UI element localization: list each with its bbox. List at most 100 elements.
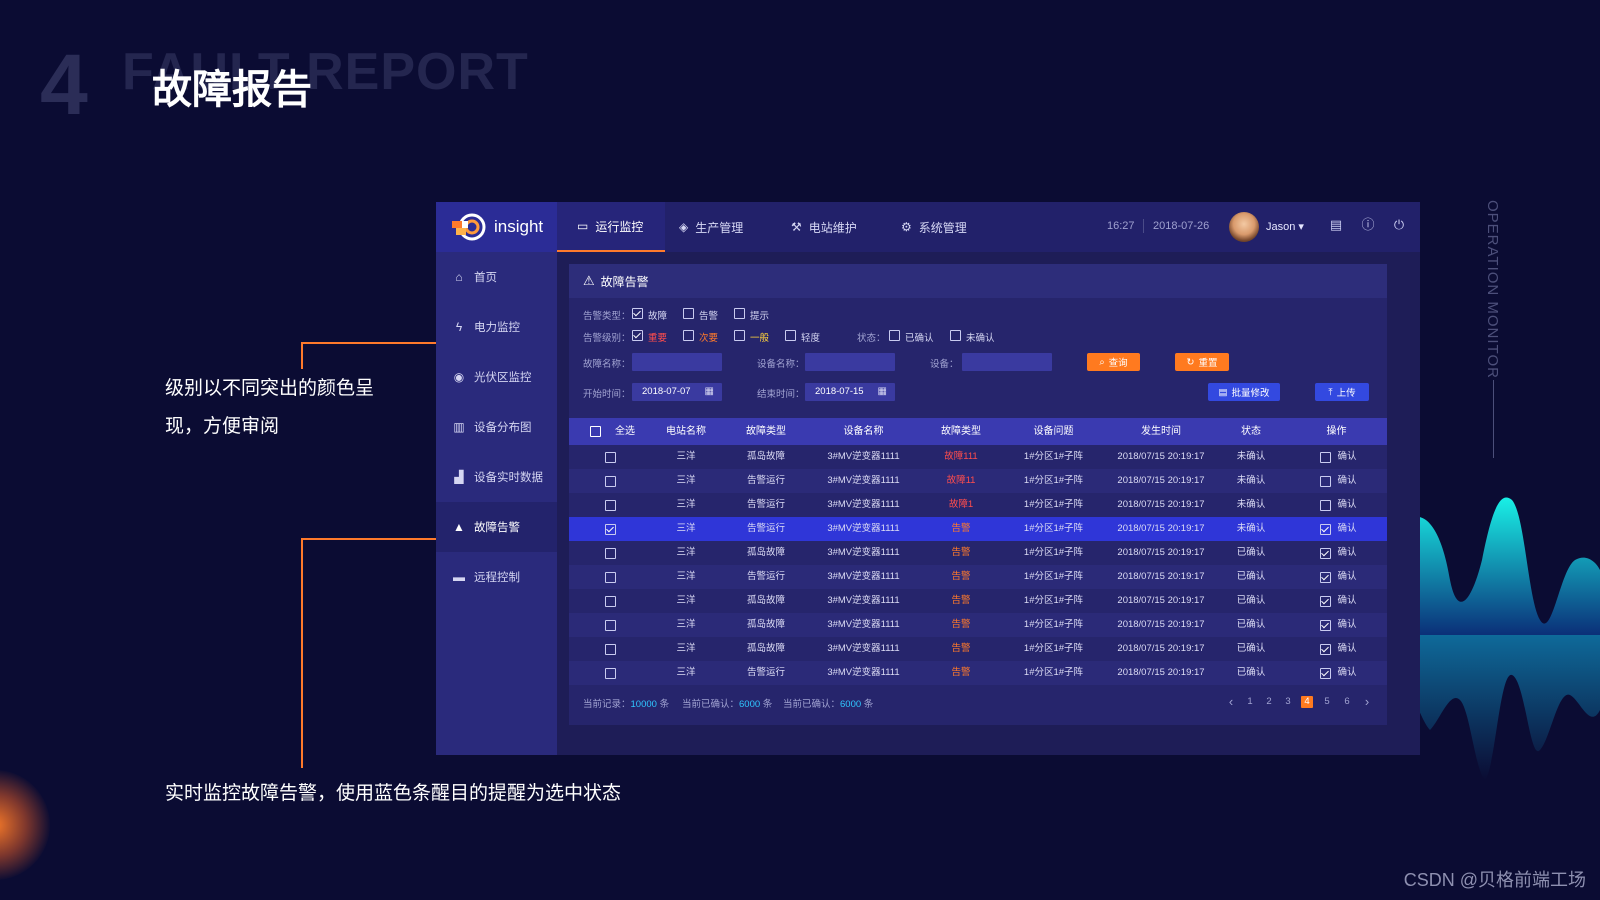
confirm-action[interactable]: 确认: [1335, 541, 1359, 565]
calendar-icon[interactable]: ▦: [878, 383, 887, 401]
pagination-page[interactable]: 3: [1282, 696, 1294, 708]
device-input[interactable]: [962, 353, 1052, 371]
alarm-level-checkbox-normal[interactable]: [734, 330, 745, 341]
alarm-type-checkbox-hint[interactable]: [734, 308, 745, 319]
sidebar-item-pv-monitor[interactable]: ◉ 光伏区监控: [436, 352, 557, 402]
confirm-action[interactable]: 确认: [1335, 493, 1359, 517]
confirm-action[interactable]: 确认: [1335, 637, 1359, 661]
table-row[interactable]: 三洋 告警运行 3#MV逆变器1111 故障1 1#分区1#子阵 2018/07/15 2…: [569, 493, 1387, 517]
pagination-prev[interactable]: ‹: [1225, 695, 1237, 708]
sidebar-item-home[interactable]: ⌂ 首页: [436, 252, 557, 302]
alarm-type-checkbox-alarm[interactable]: [683, 308, 694, 319]
cell-status: 已确认: [1236, 643, 1266, 654]
row-checkbox[interactable]: [605, 668, 616, 679]
alarm-level-checkbox-minor[interactable]: [683, 330, 694, 341]
table-row[interactable]: 三洋 孤岛故障 3#MV逆变器1111 故障111 1#分区1#子阵 2018/07/15…: [569, 445, 1387, 469]
avatar[interactable]: [1229, 212, 1259, 242]
nav-tab-maintenance[interactable]: ⚒ 电站维护: [791, 202, 857, 252]
user-menu[interactable]: Jason ▾: [1266, 220, 1304, 233]
confirm-checkbox[interactable]: [1320, 524, 1331, 535]
confirm-action[interactable]: 确认: [1335, 661, 1359, 685]
confirmed-value: 6000: [739, 699, 761, 710]
nav-tab-production[interactable]: ◈ 生产管理: [679, 202, 743, 252]
help-icon[interactable]: ⓘ: [1360, 217, 1376, 233]
row-checkbox[interactable]: [605, 476, 616, 487]
table-row[interactable]: 三洋 孤岛故障 3#MV逆变器1111 告警 1#分区1#子阵 2018/07/15 20…: [569, 637, 1387, 661]
alarm-level-checkbox-light[interactable]: [785, 330, 796, 341]
alarm-type-checkbox-fault[interactable]: [632, 308, 643, 319]
pagination-page[interactable]: 6: [1341, 696, 1353, 708]
confirm-checkbox[interactable]: [1320, 572, 1331, 583]
table-row[interactable]: 三洋 告警运行 3#MV逆变器1111 告警 1#分区1#子阵 2018/07/15 20…: [569, 565, 1387, 589]
end-date-value: 2018-07-15: [815, 386, 864, 397]
start-date-input[interactable]: 2018-07-07 ▦: [632, 383, 722, 401]
reset-button[interactable]: ↻ 重置: [1175, 353, 1229, 371]
pagination-page-current[interactable]: 4: [1301, 696, 1313, 708]
alarm-level-checkbox-major[interactable]: [632, 330, 643, 341]
sidebar-item-remote-control[interactable]: ▬ 远程控制: [436, 552, 557, 602]
confirm-checkbox[interactable]: [1320, 548, 1331, 559]
row-checkbox[interactable]: [605, 644, 616, 655]
confirm-checkbox[interactable]: [1320, 596, 1331, 607]
sidebar-item-fault-alarm[interactable]: ▲ 故障告警: [436, 502, 557, 552]
row-checkbox[interactable]: [605, 524, 616, 535]
confirm-checkbox[interactable]: [1320, 620, 1331, 631]
batch-edit-button[interactable]: ▤ 批量修改: [1208, 383, 1280, 401]
row-checkbox[interactable]: [605, 500, 616, 511]
sidebar-item-device-map[interactable]: ▥ 设备分布图: [436, 402, 557, 452]
confirm-checkbox[interactable]: [1320, 476, 1331, 487]
confirm-checkbox[interactable]: [1320, 500, 1331, 511]
confirm-action[interactable]: 确认: [1335, 445, 1359, 469]
pagination-page[interactable]: 1: [1244, 696, 1256, 708]
calendar-icon[interactable]: ▦: [705, 383, 714, 401]
confirm-checkbox[interactable]: [1320, 644, 1331, 655]
cell-level: 告警: [951, 667, 971, 678]
nav-tab-operation-monitor[interactable]: ▭ 运行监控: [557, 202, 665, 252]
message-icon[interactable]: ▤: [1328, 217, 1344, 233]
device-name-input[interactable]: [805, 353, 895, 371]
confirm-checkbox[interactable]: [1320, 452, 1331, 463]
sidebar-item-power-monitor[interactable]: ϟ 电力监控: [436, 302, 557, 352]
credit: CSDN @贝格前端工场: [1403, 870, 1586, 890]
row-checkbox[interactable]: [605, 596, 616, 607]
status-checkbox-unconfirmed[interactable]: [950, 330, 961, 341]
confirm-action[interactable]: 确认: [1335, 565, 1359, 589]
row-checkbox[interactable]: [605, 548, 616, 559]
cell-issue: 1#分区1#子阵: [1023, 523, 1084, 534]
records-value: 10000: [630, 699, 657, 710]
query-button-label: 查询: [1108, 358, 1128, 369]
table-row[interactable]: 三洋 孤岛故障 3#MV逆变器1111 告警 1#分区1#子阵 2018/07/15 20…: [569, 541, 1387, 565]
row-checkbox[interactable]: [605, 452, 616, 463]
query-button[interactable]: ⌕ 查询: [1087, 353, 1140, 371]
table-row[interactable]: 三洋 孤岛故障 3#MV逆变器1111 告警 1#分区1#子阵 2018/07/15 20…: [569, 613, 1387, 637]
table-row[interactable]: 三洋 告警运行 3#MV逆变器1111 告警 1#分区1#子阵 2018/07/15 20…: [569, 661, 1387, 685]
power-icon[interactable]: ⏻: [1391, 217, 1407, 233]
sidebar-item-realtime-data[interactable]: ▟ 设备实时数据: [436, 452, 557, 502]
panel-title-bar: ⚠ 故障告警: [569, 264, 1387, 298]
confirm-checkbox[interactable]: [1320, 668, 1331, 679]
unit: 条: [762, 699, 773, 710]
row-checkbox[interactable]: [605, 620, 616, 631]
pagination-next[interactable]: ›: [1361, 695, 1373, 708]
table-row[interactable]: 三洋 告警运行 3#MV逆变器1111 故障11 1#分区1#子阵 2018/07/15 …: [569, 469, 1387, 493]
table-row-selected[interactable]: 三洋 告警运行 3#MV逆变器1111 告警 1#分区1#子阵 2018/07/15 20…: [569, 517, 1387, 541]
logo[interactable]: insight: [436, 202, 557, 252]
confirm-action[interactable]: 确认: [1335, 613, 1359, 637]
nav-tab-system[interactable]: ⚙ 系统管理: [901, 202, 967, 252]
status-option: 已确认: [905, 333, 934, 344]
confirm-action[interactable]: 确认: [1335, 517, 1359, 541]
cell-level: 告警: [951, 619, 971, 630]
column-header: 设备名称: [843, 426, 884, 437]
table-row[interactable]: 三洋 孤岛故障 3#MV逆变器1111 告警 1#分区1#子阵 2018/07/15 20…: [569, 589, 1387, 613]
pagination-page[interactable]: 5: [1321, 696, 1333, 708]
select-all-checkbox[interactable]: [590, 426, 601, 437]
confirm-action[interactable]: 确认: [1335, 469, 1359, 493]
status-checkbox-confirmed[interactable]: [889, 330, 900, 341]
pagination-page[interactable]: 2: [1263, 696, 1275, 708]
fault-name-input[interactable]: [632, 353, 722, 371]
cell-ftype: 告警运行: [746, 499, 785, 510]
confirm-action[interactable]: 确认: [1335, 589, 1359, 613]
end-date-input[interactable]: 2018-07-15 ▦: [805, 383, 895, 401]
row-checkbox[interactable]: [605, 572, 616, 583]
upload-button[interactable]: ⤒ 上传: [1315, 383, 1369, 401]
